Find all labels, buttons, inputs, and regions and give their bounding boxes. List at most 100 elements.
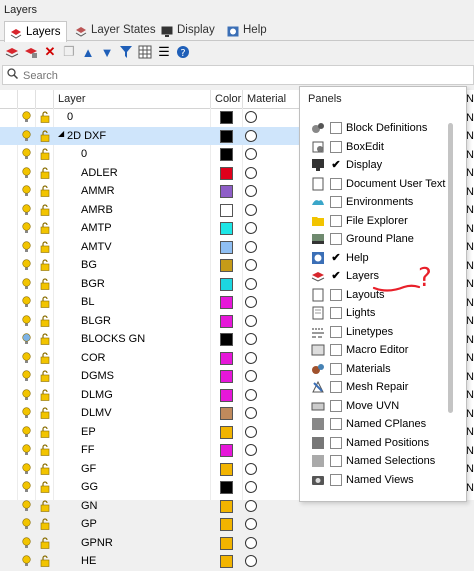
bulb-icon[interactable] xyxy=(22,370,31,382)
lock-icon[interactable] xyxy=(40,259,50,271)
bulb-icon[interactable] xyxy=(22,536,31,549)
panel-item[interactable]: Named CPlanes xyxy=(300,415,450,434)
lock-icon[interactable] xyxy=(40,351,50,364)
checkmark-icon[interactable]: ✔ xyxy=(330,252,342,264)
material-circle[interactable] xyxy=(245,462,257,475)
lock-icon[interactable] xyxy=(40,240,50,253)
layer-row[interactable]: HE xyxy=(0,552,474,571)
panel-item[interactable]: Block Definitions xyxy=(300,119,450,138)
lock-icon[interactable] xyxy=(40,425,50,438)
bulb-icon[interactable] xyxy=(22,481,31,493)
lock-icon[interactable] xyxy=(40,407,50,419)
material-circle[interactable] xyxy=(245,536,257,549)
color-swatch[interactable] xyxy=(220,536,233,550)
material-circle[interactable] xyxy=(245,388,257,401)
lock-icon[interactable] xyxy=(40,203,50,216)
lock-icon[interactable] xyxy=(40,499,50,512)
lock-icon[interactable] xyxy=(40,555,50,567)
lock-icon[interactable] xyxy=(40,296,50,308)
panel-item[interactable]: Named Views xyxy=(300,471,450,490)
lock-icon[interactable] xyxy=(40,148,50,160)
layer-row[interactable]: GP xyxy=(0,515,474,534)
lock-icon[interactable] xyxy=(40,314,50,327)
bulb-icon[interactable] xyxy=(22,425,31,438)
bulb-icon[interactable] xyxy=(22,240,31,253)
search-input[interactable] xyxy=(21,67,465,84)
material-circle[interactable] xyxy=(245,370,257,382)
material-circle[interactable] xyxy=(245,407,257,419)
tab-layers[interactable]: Layers xyxy=(4,21,67,42)
checkmark-icon[interactable]: ✔ xyxy=(330,270,342,282)
bulb-icon[interactable] xyxy=(22,166,31,179)
material-circle[interactable] xyxy=(245,240,257,253)
panel-item[interactable]: Named Selections xyxy=(300,452,450,471)
material-circle[interactable] xyxy=(245,314,257,327)
color-swatch[interactable] xyxy=(220,444,233,457)
lock-icon[interactable] xyxy=(40,333,50,345)
checkbox[interactable] xyxy=(330,381,342,393)
color-swatch[interactable] xyxy=(220,240,233,254)
move-down-icon[interactable]: ▼ xyxy=(99,44,115,60)
lock-icon[interactable] xyxy=(40,166,50,179)
lock-icon[interactable] xyxy=(40,129,50,142)
checkbox[interactable] xyxy=(330,214,342,227)
color-swatch[interactable] xyxy=(220,462,233,476)
lock-icon[interactable] xyxy=(40,518,50,530)
color-swatch[interactable] xyxy=(220,425,233,439)
checkbox[interactable] xyxy=(330,288,342,301)
bulb-icon[interactable] xyxy=(22,296,31,308)
bulb-icon[interactable] xyxy=(22,388,31,401)
color-swatch[interactable] xyxy=(220,185,233,198)
lock-icon[interactable] xyxy=(40,462,50,475)
color-swatch[interactable] xyxy=(220,277,233,291)
bulb-icon[interactable] xyxy=(22,222,31,234)
panel-item[interactable]: Named Positions xyxy=(300,434,450,453)
delete-icon[interactable]: ✕ xyxy=(42,44,58,60)
bulb-icon[interactable] xyxy=(22,407,31,419)
bulb-icon[interactable] xyxy=(22,314,31,327)
panel-item[interactable]: Materials xyxy=(300,360,450,379)
material-circle[interactable] xyxy=(245,425,257,438)
color-swatch[interactable] xyxy=(220,111,233,124)
tab-help[interactable]: Help xyxy=(222,21,272,40)
color-swatch[interactable] xyxy=(220,407,233,420)
color-swatch[interactable] xyxy=(220,518,233,531)
panel-item[interactable]: ✔ Display xyxy=(300,156,450,175)
lock-icon[interactable] xyxy=(40,536,50,549)
material-circle[interactable] xyxy=(245,222,257,234)
color-swatch[interactable] xyxy=(220,555,233,568)
material-circle[interactable] xyxy=(245,129,257,142)
color-swatch[interactable] xyxy=(220,259,233,272)
checkmark-icon[interactable]: ✔ xyxy=(330,159,342,171)
material-circle[interactable] xyxy=(245,351,257,364)
panel-item[interactable]: Document User Text xyxy=(300,175,450,194)
panel-item[interactable]: Linetypes xyxy=(300,323,450,342)
bulb-icon[interactable] xyxy=(22,555,31,567)
lock-icon[interactable] xyxy=(40,370,50,382)
material-circle[interactable] xyxy=(245,166,257,179)
material-circle[interactable] xyxy=(245,444,257,456)
material-circle[interactable] xyxy=(245,277,257,290)
checkbox[interactable] xyxy=(330,362,342,375)
bulb-icon[interactable] xyxy=(22,351,31,364)
panel-item[interactable]: Lights xyxy=(300,304,450,323)
move-up-icon[interactable]: ▲ xyxy=(80,44,96,60)
checkbox[interactable] xyxy=(330,196,342,208)
material-circle[interactable] xyxy=(245,481,257,493)
lock-icon[interactable] xyxy=(40,481,50,493)
bulb-icon[interactable] xyxy=(22,277,31,290)
header-material[interactable]: Material xyxy=(242,90,307,108)
panel-item[interactable]: File Explorer xyxy=(300,212,450,231)
material-circle[interactable] xyxy=(245,259,257,271)
bulb-icon[interactable] xyxy=(22,129,31,142)
color-swatch[interactable] xyxy=(220,222,233,235)
color-swatch[interactable] xyxy=(220,370,233,383)
color-swatch[interactable] xyxy=(220,166,233,180)
new-layer-icon[interactable] xyxy=(4,44,20,60)
bulb-icon[interactable] xyxy=(22,518,31,530)
material-circle[interactable] xyxy=(245,499,257,512)
panel-item[interactable]: Ground Plane xyxy=(300,230,450,249)
color-swatch[interactable] xyxy=(220,296,233,309)
checkbox[interactable] xyxy=(330,140,342,153)
checkbox[interactable] xyxy=(330,436,342,449)
